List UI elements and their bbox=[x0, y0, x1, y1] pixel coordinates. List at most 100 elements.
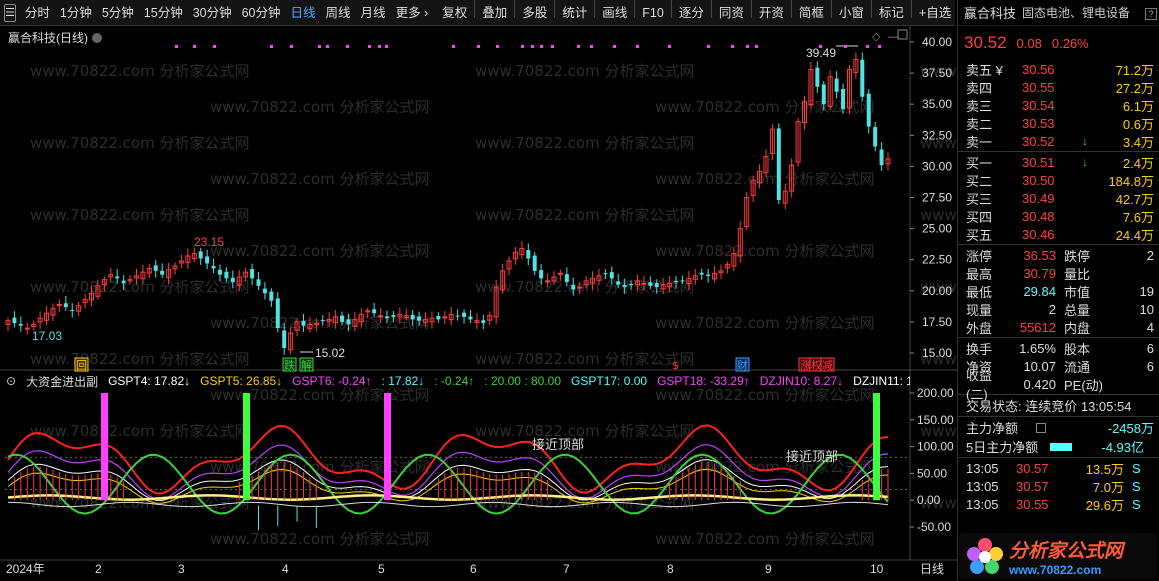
indicator-name[interactable]: 大资金进出副 bbox=[26, 373, 98, 390]
stat-value: 29.84 bbox=[1023, 283, 1056, 299]
orderbook-label: 卖三 bbox=[966, 98, 993, 114]
main-flow-5d-value: -4.93亿 bbox=[1101, 440, 1144, 455]
x-axis-label: 7 bbox=[563, 562, 570, 576]
orderbook-row[interactable]: 卖一 30.52 ↓ 3.4万 bbox=[958, 132, 1159, 150]
event-marker-label[interactable]: $ bbox=[672, 359, 679, 372]
candle-body bbox=[532, 255, 537, 271]
x-axis-label: 5 bbox=[378, 562, 385, 576]
orderbook-row[interactable]: 卖四 30.55 27.2万 bbox=[958, 78, 1159, 96]
orderbook-price: 30.50 bbox=[1022, 172, 1055, 188]
indicator-header: ⊙ 大资金进出副 GSPT4: 17.82↓ GSPT5: 26.85↓ GSPT6… bbox=[0, 372, 910, 390]
chart-title: 赢合科技(日线) bbox=[8, 29, 102, 46]
candle-body bbox=[417, 316, 422, 321]
candle-body bbox=[776, 128, 781, 200]
y-tick-label: 35.00 bbox=[922, 97, 952, 111]
watermark-text: www.70822.com 分析家公式网 bbox=[210, 170, 430, 188]
orderbook-volume: 3.4万 bbox=[1122, 134, 1154, 150]
event-marker-label[interactable]: 回 bbox=[76, 359, 87, 372]
orderbook-row[interactable]: 买三 30.49 42.7万 bbox=[958, 189, 1159, 207]
orderbook-label: 买五 bbox=[966, 227, 993, 243]
stat-label: 流通 bbox=[1064, 359, 1091, 375]
orderbook-volume: 184.8万 bbox=[1108, 173, 1154, 189]
signal-dot bbox=[385, 45, 388, 48]
orderbook-price: 30.54 bbox=[1022, 97, 1055, 113]
orderbook-row[interactable]: 买二 30.50 184.8万 bbox=[958, 171, 1159, 189]
stat-row: 最低 29.84 市值 19 bbox=[958, 282, 1159, 300]
candle-body bbox=[436, 315, 441, 320]
orderbook-price: 30.46 bbox=[1022, 226, 1055, 242]
orderbook-volume: 71.2万 bbox=[1115, 62, 1154, 78]
high-price-label: 39.49 bbox=[806, 46, 836, 60]
kline-chart[interactable]: www.70822.com 分析家公式网 www.70822.com 分析家公式网… bbox=[0, 0, 957, 581]
settings-dot-icon[interactable] bbox=[92, 33, 102, 43]
signal-bar bbox=[384, 393, 391, 501]
start-price-label: 17.03 bbox=[32, 329, 62, 343]
orderbook-row[interactable]: 买四 30.48 7.6万 bbox=[958, 207, 1159, 225]
candle-body bbox=[526, 250, 531, 259]
x-axis-label: 10 bbox=[870, 562, 884, 576]
y-tick-label: 32.50 bbox=[922, 128, 952, 142]
signal-dot bbox=[378, 45, 381, 48]
orderbook-row[interactable]: 买一 30.51 ↓ 2.4万 bbox=[958, 153, 1159, 171]
sub-y-tick-label: 50.00 bbox=[917, 466, 947, 480]
x-axis-label: 2024年 bbox=[6, 562, 45, 576]
indicator-value: : 20.00 : 80.00 bbox=[484, 374, 562, 388]
event-marker-label[interactable]: 减 bbox=[822, 359, 833, 372]
event-marker-label[interactable]: 跌 bbox=[284, 358, 295, 372]
close-icon[interactable]: ? bbox=[1145, 8, 1157, 20]
maximize-icon[interactable] bbox=[897, 29, 908, 40]
price-change-pct: 0.26% bbox=[1051, 35, 1089, 51]
event-marker-label[interactable]: 财 bbox=[737, 358, 748, 372]
sector-tags[interactable]: 固态电池、锂电设备 bbox=[1022, 4, 1130, 21]
candle-body bbox=[340, 315, 345, 322]
orderbook-volume: 6.1万 bbox=[1122, 98, 1154, 114]
signal-dot bbox=[193, 45, 196, 48]
signal-dot bbox=[368, 45, 371, 48]
indicator-value: DZJIN11: 17 bbox=[853, 374, 910, 388]
candle-body bbox=[674, 280, 679, 283]
stat-label: 量比 bbox=[1064, 266, 1091, 282]
main-flow-5d-label: 5日主力净额 bbox=[966, 440, 1039, 455]
event-marker-label[interactable]: 解 bbox=[301, 358, 312, 372]
orderbook-label: 卖一 bbox=[966, 134, 993, 150]
signal-dot bbox=[844, 45, 847, 48]
indicator-value: GSPT4: 17.82↓ bbox=[108, 374, 191, 388]
x-axis-label: 3 bbox=[178, 562, 185, 576]
y-tick-label: 22.50 bbox=[922, 253, 952, 267]
signal-dot bbox=[270, 45, 273, 48]
signal-dot bbox=[346, 45, 349, 48]
site-logo: 分析家公式网 www.70822.com bbox=[959, 533, 1157, 579]
bar-chart-icon[interactable] bbox=[1036, 422, 1046, 433]
candle-body bbox=[198, 251, 203, 259]
orderbook-row[interactable]: 卖三 30.54 6.1万 bbox=[958, 96, 1159, 114]
indicator-values: GSPT4: 17.82↓ GSPT5: 26.85↓ GSPT6: -0.24↑:… bbox=[108, 374, 910, 388]
orderbook-row[interactable]: 卖二 30.53 0.6万 bbox=[958, 114, 1159, 132]
candle-body bbox=[680, 280, 685, 282]
event-marker-label[interactable]: 权 bbox=[811, 359, 822, 372]
divider bbox=[958, 457, 1159, 458]
candle-body bbox=[641, 282, 647, 285]
signal-dot bbox=[477, 45, 480, 48]
candle-body bbox=[866, 93, 871, 127]
diamond-icon[interactable]: ◇ bbox=[872, 31, 881, 43]
stat-label: 换手 bbox=[966, 341, 993, 357]
indicator-value: DZJIN10: 8.27↓ bbox=[759, 374, 844, 388]
watermark-text: www.70822.com 分析家公式网 bbox=[475, 422, 695, 440]
candle-body bbox=[256, 279, 261, 286]
candle-body bbox=[821, 84, 826, 105]
tick-row: 13:05 30.55 29.6万 S bbox=[958, 495, 1159, 513]
event-marker-label[interactable]: 涨 bbox=[800, 359, 811, 372]
signal-dot bbox=[577, 45, 580, 48]
indicator-toggle-icon[interactable]: ⊙ bbox=[6, 374, 16, 388]
indicator-value: GSPT6: -0.24↑ bbox=[292, 374, 372, 388]
candle-body bbox=[12, 317, 17, 324]
watermark-text: www.70822.com 分析家公式网 bbox=[210, 458, 430, 476]
candle-body bbox=[706, 274, 711, 276]
candle-body bbox=[217, 269, 222, 275]
stat-label: 外盘 bbox=[966, 320, 993, 336]
orderbook-row[interactable]: 买五 30.46 24.4万 bbox=[958, 225, 1159, 243]
watermark-text: www.70822.com 分析家公式网 bbox=[475, 350, 695, 368]
indicator-value: : 17.82↓ bbox=[381, 374, 425, 388]
minus-icon[interactable]: — bbox=[888, 31, 899, 43]
orderbook-row[interactable]: 卖五 ¥ 30.56 71.2万 bbox=[958, 60, 1159, 78]
